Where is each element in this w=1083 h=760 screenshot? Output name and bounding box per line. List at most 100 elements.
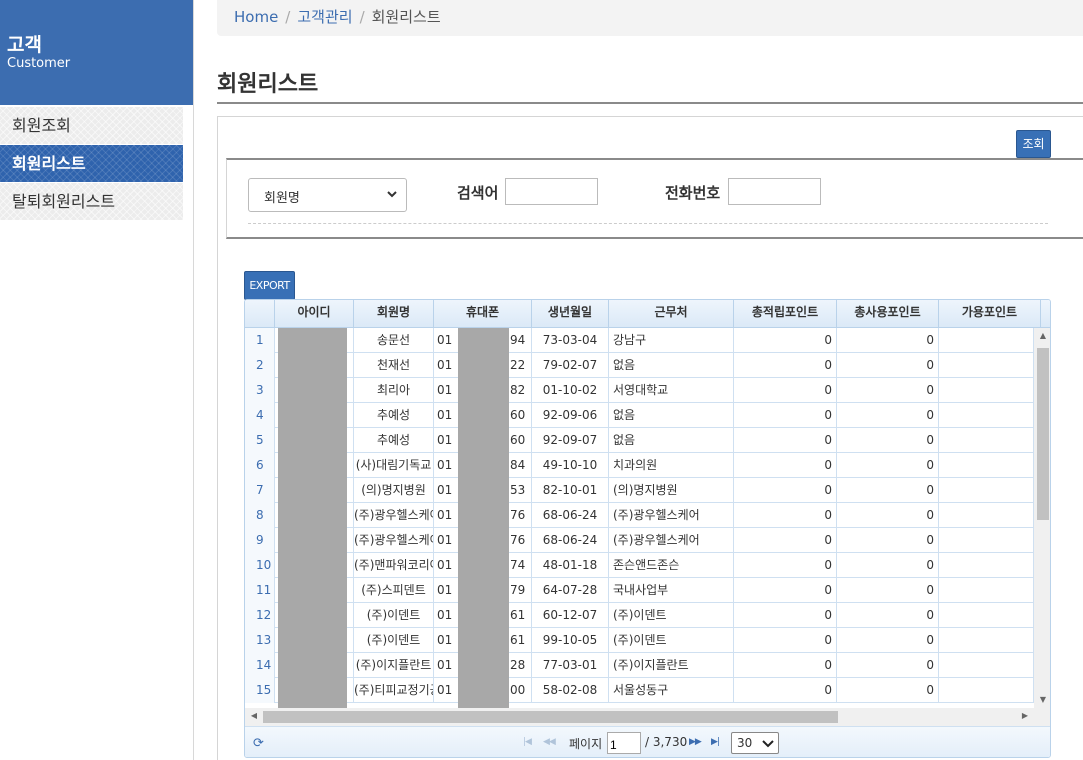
- page-size-value: 30: [737, 736, 753, 750]
- header-birth[interactable]: 생년월일: [532, 300, 609, 328]
- header-row-number: [245, 300, 275, 328]
- phone-suffix: 76: [510, 508, 526, 522]
- phone-prefix: 01: [437, 383, 453, 397]
- phone-suffix: 60: [510, 408, 526, 422]
- header-workplace[interactable]: 근무처: [609, 300, 734, 328]
- query-button[interactable]: 조회: [1016, 130, 1051, 158]
- export-button[interactable]: EXPORT: [244, 271, 295, 300]
- phone-input[interactable]: [728, 178, 821, 205]
- cell-available-points: [939, 653, 1034, 678]
- cell-birth: 92-09-06: [532, 403, 609, 428]
- chevron-down-icon: [387, 191, 397, 198]
- content-panel: 조회 회원명 검색어 전화번호 EXPORT 아이디 회원명 휴대폰 생년월일 …: [217, 116, 1083, 760]
- search-type-value: 회원명: [264, 191, 300, 206]
- table-row[interactable]: 5 추예성 01 60 92-09-07 없음 0 0: [245, 428, 1034, 453]
- table-row[interactable]: 8 (주)광우헬스케어 01 76 68-06-24 (주)광우헬스케어 0 0: [245, 503, 1034, 528]
- page-input[interactable]: [607, 732, 641, 754]
- table-row[interactable]: 6 (사)대림기독교 01 84 49-10-10 치과의원 0 0: [245, 453, 1034, 478]
- first-page-icon[interactable]: |◀: [523, 737, 532, 747]
- cell-earned-points: 0: [734, 628, 837, 653]
- phone-prefix: 01: [437, 508, 453, 522]
- cell-name: 천재선: [354, 353, 434, 378]
- table-row[interactable]: 15 (주)티피교정기공 01 00 58-02-08 서울성동구 0 0: [245, 678, 1034, 703]
- prev-page-icon[interactable]: ◀◀: [543, 737, 556, 747]
- next-page-icon[interactable]: ▶▶: [689, 737, 702, 747]
- phone-prefix: 01: [437, 683, 453, 697]
- cell-used-points: 0: [837, 453, 939, 478]
- cell-row-number: 1: [245, 328, 275, 353]
- title-divider: [217, 102, 1083, 104]
- cell-name: (주)스피덴트: [354, 578, 434, 603]
- table-row[interactable]: 12 (주)이덴트 01 61 60-12-07 (주)이덴트 0 0: [245, 603, 1034, 628]
- cell-name: (사)대림기독교: [354, 453, 434, 478]
- header-available-points[interactable]: 가용포인트: [939, 300, 1041, 328]
- table-row[interactable]: 3 최리아 01 82 01-10-02 서영대학교 0 0: [245, 378, 1034, 403]
- cell-row-number: 13: [245, 628, 275, 653]
- phone-label: 전화번호: [665, 184, 721, 202]
- header-phone[interactable]: 휴대폰: [434, 300, 532, 328]
- cell-earned-points: 0: [734, 403, 837, 428]
- cell-used-points: 0: [837, 478, 939, 503]
- cell-used-points: 0: [837, 428, 939, 453]
- table-row[interactable]: 4 추예성 01 60 92-09-06 없음 0 0: [245, 403, 1034, 428]
- cell-used-points: 0: [837, 628, 939, 653]
- cell-workplace: 없음: [609, 428, 734, 453]
- phone-prefix: 01: [437, 633, 453, 647]
- header-earned-points[interactable]: 총적립포인트: [734, 300, 837, 328]
- cell-workplace: 존슨앤드존슨: [609, 553, 734, 578]
- refresh-icon[interactable]: ⟳: [253, 736, 264, 751]
- sidebar-item-withdrawn-list[interactable]: 탈퇴회원리스트: [0, 183, 183, 221]
- cell-earned-points: 0: [734, 553, 837, 578]
- header-id[interactable]: 아이디: [275, 300, 354, 328]
- sidebar-item-member-list[interactable]: 회원리스트: [0, 145, 183, 183]
- horizontal-scroll-thumb[interactable]: [263, 711, 838, 723]
- vertical-scroll-thumb[interactable]: [1037, 348, 1049, 520]
- breadcrumb: Home / 고객관리 / 회원리스트: [217, 0, 1083, 36]
- cell-used-points: 0: [837, 353, 939, 378]
- cell-workplace: 없음: [609, 353, 734, 378]
- cell-earned-points: 0: [734, 478, 837, 503]
- phone-suffix: 74: [510, 558, 526, 572]
- cell-workplace: (주)이지플란트: [609, 653, 734, 678]
- scroll-down-icon[interactable]: ▼: [1034, 695, 1050, 704]
- scroll-up-icon[interactable]: ▲: [1034, 331, 1050, 340]
- last-page-icon[interactable]: ▶|: [711, 737, 720, 747]
- phone-suffix: 53: [510, 483, 526, 497]
- table-row[interactable]: 11 (주)스피덴트 01 79 64-07-28 국내사업부 0 0: [245, 578, 1034, 603]
- cell-used-points: 0: [837, 378, 939, 403]
- header-name[interactable]: 회원명: [354, 300, 434, 328]
- scroll-left-icon[interactable]: ◀: [245, 711, 263, 720]
- page-size-select[interactable]: 30: [731, 732, 779, 754]
- cell-used-points: 0: [837, 603, 939, 628]
- header-used-points[interactable]: 총사용포인트: [837, 300, 939, 328]
- grid-body: 1 송문선 01 94 73-03-04 강남구 0 0 2 천재선 01 22 79-02-07 없음 0…: [245, 328, 1034, 708]
- table-row[interactable]: 1 송문선 01 94 73-03-04 강남구 0 0: [245, 328, 1034, 353]
- breadcrumb-section-link[interactable]: 고객관리: [297, 8, 352, 26]
- vertical-scrollbar[interactable]: ▲ ▼: [1034, 328, 1050, 708]
- sidebar-item-member-search[interactable]: 회원조회: [0, 107, 183, 145]
- breadcrumb-home-link[interactable]: Home: [234, 8, 278, 26]
- cell-birth: 73-03-04: [532, 328, 609, 353]
- table-row[interactable]: 10 (주)맨파워코리아 01 74 48-01-18 존슨앤드존슨 0 0: [245, 553, 1034, 578]
- phone-suffix: 76: [510, 533, 526, 547]
- cell-row-number: 2: [245, 353, 275, 378]
- horizontal-scrollbar[interactable]: ◀ ▶: [245, 708, 1050, 726]
- cell-birth: 68-06-24: [532, 503, 609, 528]
- search-type-select[interactable]: 회원명: [248, 178, 407, 212]
- table-row[interactable]: 7 (의)명지병원 01 53 82-10-01 (의)명지병원 0 0: [245, 478, 1034, 503]
- cell-row-number: 14: [245, 653, 275, 678]
- keyword-input[interactable]: [505, 178, 598, 205]
- cell-workplace: (주)이덴트: [609, 628, 734, 653]
- table-row[interactable]: 9 (주)광우헬스케어 01 76 68-06-24 (주)광우헬스케어 0 0: [245, 528, 1034, 553]
- scroll-right-icon[interactable]: ▶: [1016, 711, 1034, 720]
- chevron-down-icon: [762, 740, 774, 748]
- table-row[interactable]: 2 천재선 01 22 79-02-07 없음 0 0: [245, 353, 1034, 378]
- table-row[interactable]: 14 (주)이지플란트 01 28 77-03-01 (주)이지플란트 0 0: [245, 653, 1034, 678]
- cell-earned-points: 0: [734, 678, 837, 703]
- cell-name: 추예성: [354, 428, 434, 453]
- phone-suffix: 84: [510, 458, 526, 472]
- table-row[interactable]: 13 (주)이덴트 01 61 99-10-05 (주)이덴트 0 0: [245, 628, 1034, 653]
- cell-workplace: (의)명지병원: [609, 478, 734, 503]
- cell-earned-points: 0: [734, 428, 837, 453]
- keyword-label: 검색어: [457, 184, 499, 202]
